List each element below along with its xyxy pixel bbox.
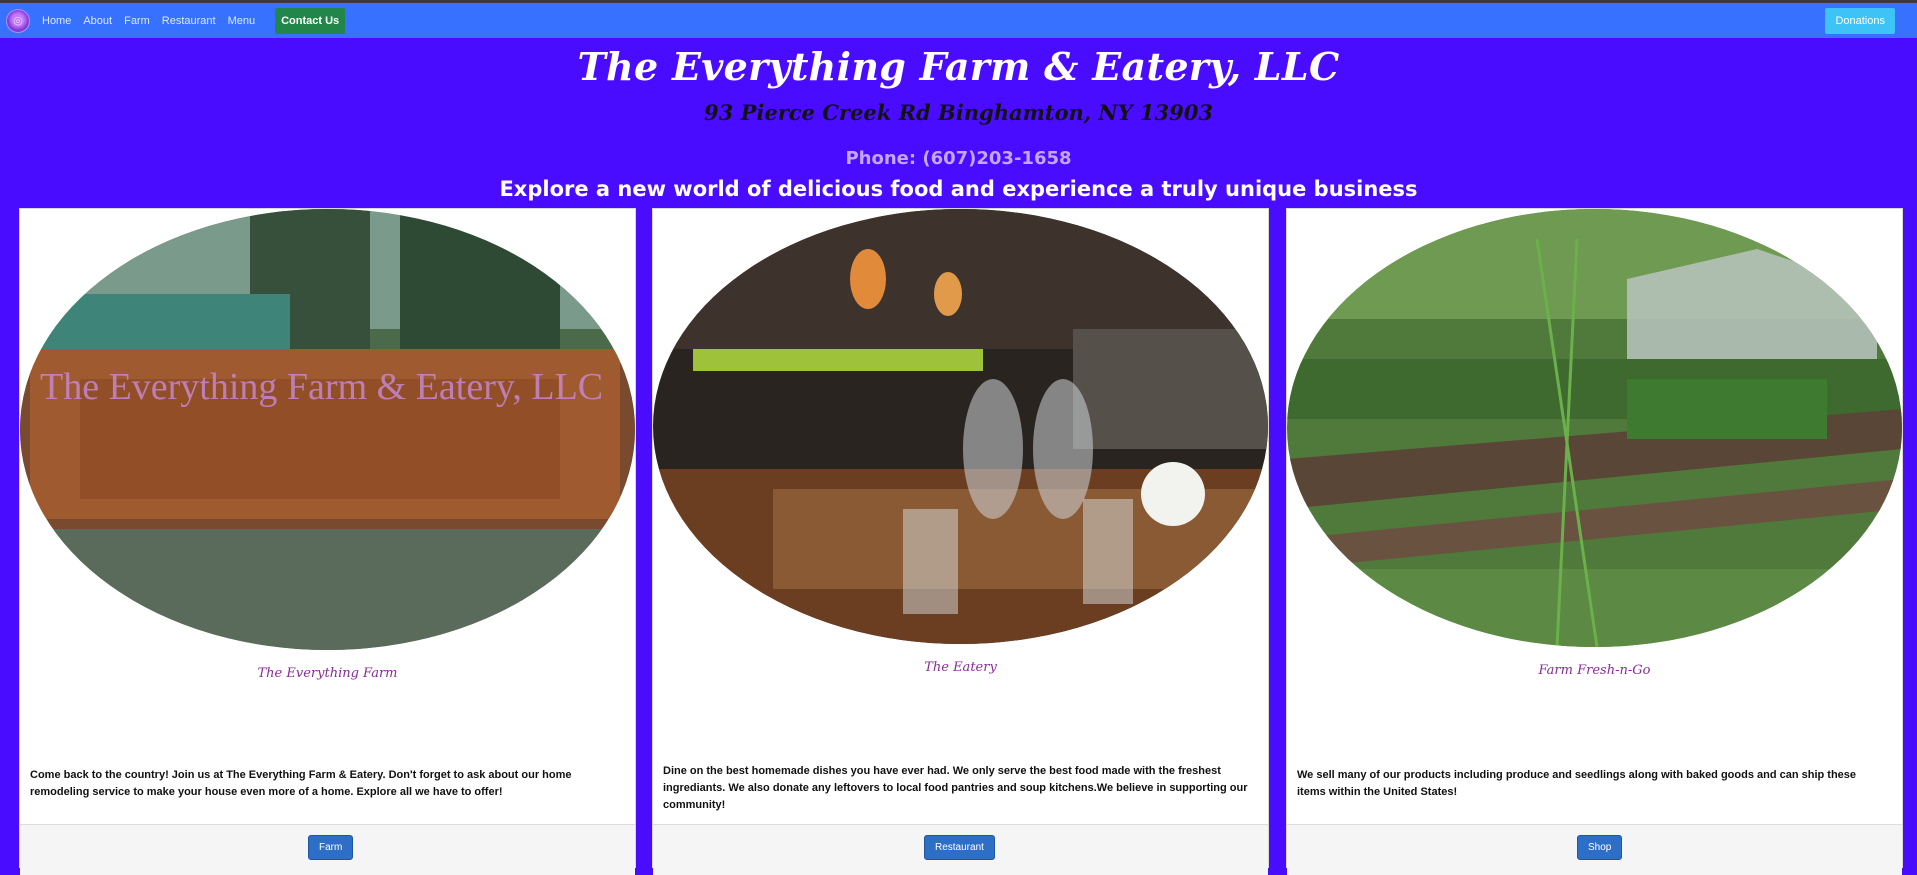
nav-menu-link[interactable]: Menu [228, 15, 256, 27]
farm-card-text: Come back to the country! Join us at The… [30, 769, 572, 798]
farm-card-footer: Farm [20, 824, 635, 875]
farm-sign-image: The Everything Farm & Eatery, LLC [20, 209, 635, 650]
navbar: ◎ Home About Farm Restaurant Menu Contac… [0, 3, 1917, 38]
shop-card: Farm Fresh-n-Go We sell many of our prod… [1286, 208, 1903, 875]
shop-card-text: We sell many of our products including p… [1297, 769, 1857, 798]
eatery-photo [653, 209, 1268, 644]
eatery-card-title: The Eatery [924, 660, 997, 675]
farm-card: The Everything Farm & Eatery, LLC The Ev… [19, 208, 636, 875]
nav-home-link[interactable]: Home [42, 15, 71, 27]
nav-about-link[interactable]: About [83, 15, 112, 27]
page-title: The Everything Farm & Eatery, LLC [577, 44, 1340, 89]
garden-image [1287, 209, 1902, 647]
phone-text: Phone: (607)203-1658 [845, 148, 1072, 169]
nav-restaurant-link[interactable]: Restaurant [162, 15, 216, 27]
shop-button[interactable]: Shop [1577, 835, 1623, 860]
eatery-card-text: Dine on the best homemade dishes you hav… [663, 765, 1248, 811]
contact-us-button[interactable]: Contact Us [275, 7, 346, 34]
donations-button[interactable]: Donations [1825, 8, 1895, 34]
address-text: 93 Pierce Creek Rd Binghamton, NY 13903 [704, 100, 1213, 125]
site-logo-icon[interactable]: ◎ [6, 8, 30, 33]
farm-sign-lettering: The Everything Farm & Eatery, LLC [40, 366, 603, 408]
eatery-card: The Eatery Dine on the best homemade dis… [652, 208, 1269, 875]
farm-button[interactable]: Farm [308, 835, 354, 860]
tagline-text: Explore a new world of delicious food an… [499, 177, 1418, 201]
nav-farm-link[interactable]: Farm [124, 15, 150, 27]
garden-photo [1287, 209, 1902, 647]
farm-card-title: The Everything Farm [257, 666, 398, 681]
farm-sign-photo: The Everything Farm & Eatery, LLC [20, 209, 635, 650]
shop-card-footer: Shop [1287, 824, 1902, 875]
eatery-card-footer: Restaurant [653, 824, 1268, 875]
shop-card-title: Farm Fresh-n-Go [1538, 663, 1651, 678]
restaurant-button[interactable]: Restaurant [924, 835, 995, 860]
eatery-image [653, 209, 1268, 644]
